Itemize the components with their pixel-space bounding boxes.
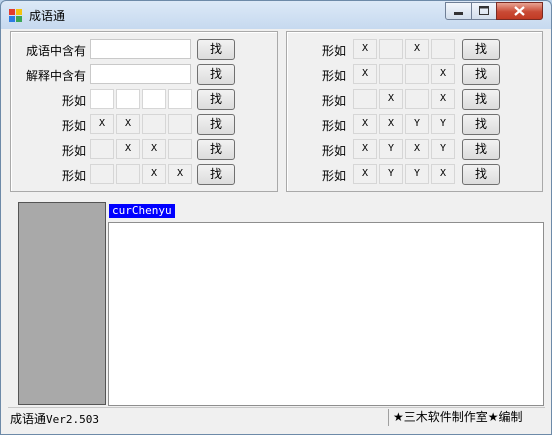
pattern-cell[interactable]: X (405, 39, 429, 59)
right-find-button[interactable]: 找 (462, 39, 500, 60)
pattern-cell[interactable]: X (431, 164, 455, 184)
close-button[interactable] (496, 2, 543, 20)
pattern-cell[interactable] (142, 114, 166, 134)
pattern-cell[interactable]: X (142, 139, 166, 159)
pattern-cell[interactable]: X (353, 64, 377, 84)
pattern-cell[interactable]: X (142, 164, 166, 184)
pattern-cell[interactable]: Y (405, 114, 429, 134)
status-app-name: 成语通 (10, 412, 47, 426)
pattern-cell[interactable]: X (116, 139, 140, 159)
app-window: 成语通 成语中含有找解释中含有找形如找形如 X X 找形如 X X 找形如 X X 找 形如 X X 找… (0, 0, 552, 435)
pattern-cell[interactable]: X (353, 39, 377, 59)
idiom-contains-input[interactable] (90, 39, 191, 59)
pattern-cell[interactable]: X (379, 89, 403, 109)
right-find-button[interactable]: 找 (462, 114, 500, 135)
right-row-label: 形如 (321, 94, 346, 108)
maximize-icon (479, 6, 489, 15)
pattern-cell[interactable]: X (379, 114, 403, 134)
right-find-button[interactable]: 找 (462, 89, 500, 110)
left-find-button[interactable]: 找 (197, 164, 235, 185)
pattern-cell[interactable]: X (90, 114, 114, 134)
app-icon (9, 9, 22, 22)
pattern-cell[interactable]: X (168, 164, 192, 184)
minimize-button[interactable] (445, 2, 472, 20)
left-find-button[interactable]: 找 (197, 89, 235, 110)
pattern-cell[interactable] (116, 89, 140, 109)
pattern-cell[interactable] (405, 89, 429, 109)
right-row-label: 形如 (321, 119, 346, 133)
close-icon (514, 6, 525, 16)
pattern-cell[interactable] (168, 114, 192, 134)
pattern-cell[interactable]: X (353, 164, 377, 184)
pattern-cell[interactable] (405, 64, 429, 84)
pattern-cell[interactable] (353, 89, 377, 109)
left-row-label: 形如 (61, 119, 86, 133)
left-row-label: 成语中含有 (25, 44, 86, 58)
pattern-cell[interactable]: X (431, 89, 455, 109)
left-find-button[interactable]: 找 (197, 64, 235, 85)
title-bar[interactable]: 成语通 (1, 1, 551, 29)
explanation-contains-input[interactable] (90, 64, 191, 84)
pattern-cell[interactable] (168, 89, 192, 109)
status-version: 成语通Ver2.503 (10, 410, 99, 427)
pattern-cell[interactable]: X (116, 114, 140, 134)
left-row-label: 形如 (61, 144, 86, 158)
pattern-cell[interactable]: X (353, 114, 377, 134)
right-row-label: 形如 (321, 169, 346, 183)
pattern-cell[interactable]: X (431, 64, 455, 84)
left-find-button[interactable]: 找 (197, 39, 235, 60)
pattern-cell[interactable] (168, 139, 192, 159)
pattern-cell[interactable] (431, 39, 455, 59)
pattern-cell[interactable] (90, 139, 114, 159)
pattern-cell[interactable]: Y (379, 164, 403, 184)
pattern-cell[interactable] (379, 39, 403, 59)
side-panel (18, 202, 106, 405)
left-find-button[interactable]: 找 (197, 114, 235, 135)
window-title: 成语通 (29, 9, 66, 23)
left-row-label: 解释中含有 (25, 69, 86, 83)
right-row-label: 形如 (321, 44, 346, 58)
pattern-cell[interactable]: X (353, 139, 377, 159)
pattern-cell[interactable] (379, 64, 403, 84)
right-row-label: 形如 (321, 144, 346, 158)
result-text-area[interactable] (108, 222, 544, 406)
pattern-cell[interactable] (116, 164, 140, 184)
pattern-cell[interactable]: X (405, 139, 429, 159)
client-area: 成语中含有找解释中含有找形如找形如 X X 找形如 X X 找形如 X X 找 形如 X X 找形如 X X… (8, 29, 545, 428)
pattern-cell[interactable]: Y (405, 164, 429, 184)
pattern-cell[interactable]: Y (379, 139, 403, 159)
right-find-button[interactable]: 找 (462, 164, 500, 185)
right-find-button[interactable]: 找 (462, 64, 500, 85)
right-find-button[interactable]: 找 (462, 139, 500, 160)
right-row-label: 形如 (321, 69, 346, 83)
status-version-number: Ver2.503 (46, 413, 99, 426)
pattern-cell[interactable]: Y (431, 139, 455, 159)
left-row-label: 形如 (61, 94, 86, 108)
pattern-cell[interactable] (90, 89, 114, 109)
left-find-button[interactable]: 找 (197, 139, 235, 160)
pattern-cell[interactable] (90, 164, 114, 184)
maximize-button[interactable] (471, 2, 497, 20)
pattern-cell[interactable] (142, 89, 166, 109)
status-bar: 成语通Ver2.503 ★三木软件制作室★编制 (8, 407, 545, 428)
left-row-label: 形如 (61, 169, 86, 183)
status-credit: ★三木软件制作室★编制 (388, 409, 544, 426)
current-tag[interactable]: curChenyu (109, 204, 175, 218)
pattern-cell[interactable]: Y (431, 114, 455, 134)
minimize-icon (454, 12, 463, 15)
